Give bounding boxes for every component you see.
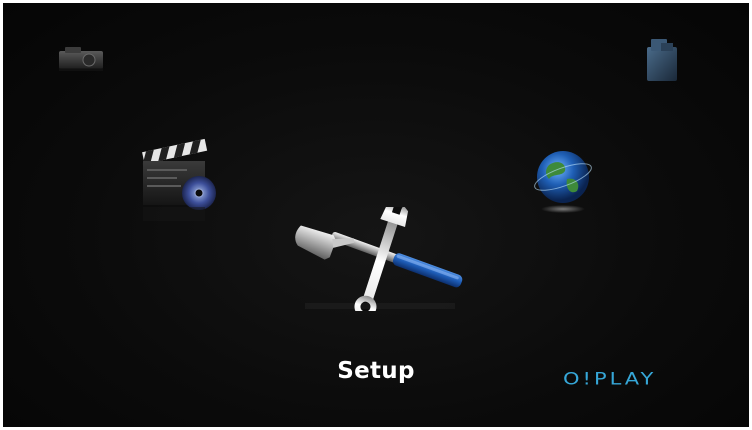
oplay-logo: O!PLAY bbox=[563, 369, 657, 389]
menu-item-movie[interactable] bbox=[137, 135, 225, 232]
clapperboard-disc-icon bbox=[142, 138, 216, 221]
menu-item-music[interactable] bbox=[641, 33, 681, 90]
media-player-home-screen: Setup O!PLAY bbox=[3, 3, 749, 427]
hammer-wrench-icon bbox=[295, 200, 463, 318]
menu-item-photo[interactable] bbox=[53, 41, 109, 82]
menu-item-setup[interactable] bbox=[285, 200, 475, 318]
music-folder-icon bbox=[647, 39, 677, 81]
camera-icon bbox=[59, 47, 103, 71]
menu-item-internet[interactable] bbox=[531, 143, 595, 234]
globe-icon bbox=[534, 151, 592, 213]
